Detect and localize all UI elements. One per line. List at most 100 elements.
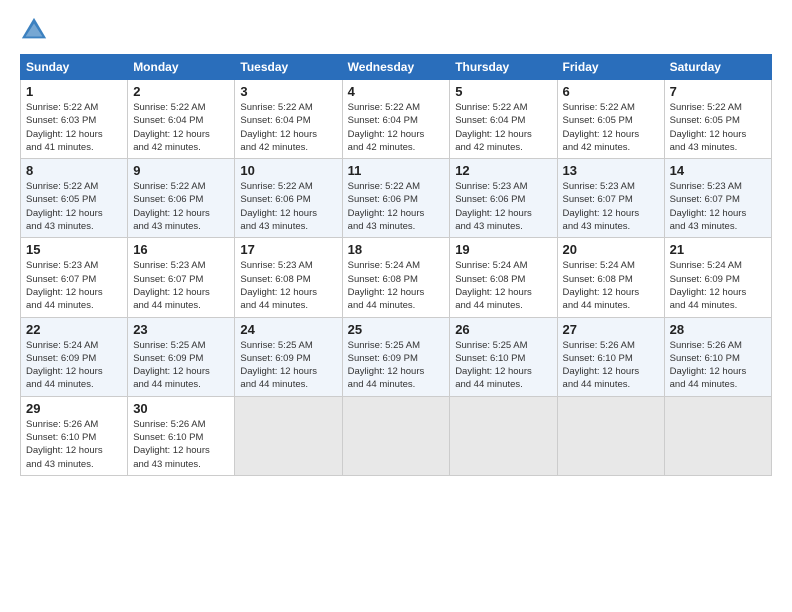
day-number: 12	[455, 163, 551, 178]
calendar-week-row: 29 Sunrise: 5:26 AM Sunset: 6:10 PM Dayli…	[21, 396, 772, 475]
calendar-cell	[235, 396, 342, 475]
logo-icon	[20, 16, 48, 44]
day-info: Sunrise: 5:26 AM Sunset: 6:10 PM Dayligh…	[26, 418, 122, 471]
calendar-cell: 21 Sunrise: 5:24 AM Sunset: 6:09 PM Dayli…	[664, 238, 771, 317]
day-info: Sunrise: 5:24 AM Sunset: 6:08 PM Dayligh…	[348, 259, 445, 312]
day-info: Sunrise: 5:22 AM Sunset: 6:05 PM Dayligh…	[670, 101, 766, 154]
calendar-week-row: 15 Sunrise: 5:23 AM Sunset: 6:07 PM Dayli…	[21, 238, 772, 317]
calendar-cell: 9 Sunrise: 5:22 AM Sunset: 6:06 PM Daylig…	[128, 159, 235, 238]
calendar-cell: 27Sunrise: 5:26 AM Sunset: 6:10 PM Dayli…	[557, 317, 664, 396]
day-number: 1	[26, 84, 122, 99]
day-info: Sunrise: 5:25 AM Sunset: 6:10 PM Dayligh…	[455, 339, 551, 392]
calendar-week-row: 22 Sunrise: 5:24 AM Sunset: 6:09 PM Dayli…	[21, 317, 772, 396]
calendar-cell: 6Sunrise: 5:22 AM Sunset: 6:05 PM Daylig…	[557, 80, 664, 159]
calendar-week-row: 1 Sunrise: 5:22 AM Sunset: 6:03 PM Daylig…	[21, 80, 772, 159]
day-info: Sunrise: 5:25 AM Sunset: 6:09 PM Dayligh…	[240, 339, 336, 392]
day-info: Sunrise: 5:24 AM Sunset: 6:09 PM Dayligh…	[26, 339, 122, 392]
weekday-header: Saturday	[664, 55, 771, 80]
day-number: 20	[563, 242, 659, 257]
day-number: 15	[26, 242, 122, 257]
day-number: 29	[26, 401, 122, 416]
day-number: 9	[133, 163, 229, 178]
calendar-cell: 13 Sunrise: 5:23 AM Sunset: 6:07 PM Dayli…	[557, 159, 664, 238]
calendar-cell: 23 Sunrise: 5:25 AM Sunset: 6:09 PM Dayli…	[128, 317, 235, 396]
calendar-cell: 5Sunrise: 5:22 AM Sunset: 6:04 PM Daylig…	[450, 80, 557, 159]
calendar-page: SundayMondayTuesdayWednesdayThursdayFrid…	[0, 0, 792, 612]
calendar-cell: 14 Sunrise: 5:23 AM Sunset: 6:07 PM Dayli…	[664, 159, 771, 238]
day-number: 7	[670, 84, 766, 99]
calendar-cell: 16 Sunrise: 5:23 AM Sunset: 6:07 PM Dayli…	[128, 238, 235, 317]
calendar-cell	[450, 396, 557, 475]
day-number: 21	[670, 242, 766, 257]
day-info: Sunrise: 5:23 AM Sunset: 6:07 PM Dayligh…	[670, 180, 766, 233]
calendar-cell: 7 Sunrise: 5:22 AM Sunset: 6:05 PM Daylig…	[664, 80, 771, 159]
calendar-cell: 3 Sunrise: 5:22 AM Sunset: 6:04 PM Daylig…	[235, 80, 342, 159]
calendar-week-row: 8Sunrise: 5:22 AM Sunset: 6:05 PM Daylig…	[21, 159, 772, 238]
calendar-cell	[664, 396, 771, 475]
weekday-header: Thursday	[450, 55, 557, 80]
calendar-cell: 24 Sunrise: 5:25 AM Sunset: 6:09 PM Dayli…	[235, 317, 342, 396]
day-number: 13	[563, 163, 659, 178]
day-info: Sunrise: 5:22 AM Sunset: 6:03 PM Dayligh…	[26, 101, 122, 154]
day-number: 17	[240, 242, 336, 257]
calendar-cell: 26 Sunrise: 5:25 AM Sunset: 6:10 PM Dayli…	[450, 317, 557, 396]
day-number: 6	[563, 84, 659, 99]
day-number: 30	[133, 401, 229, 416]
day-info: Sunrise: 5:26 AM Sunset: 6:10 PM Dayligh…	[133, 418, 229, 471]
calendar-cell: 15 Sunrise: 5:23 AM Sunset: 6:07 PM Dayli…	[21, 238, 128, 317]
day-info: Sunrise: 5:22 AM Sunset: 6:04 PM Dayligh…	[240, 101, 336, 154]
day-number: 18	[348, 242, 445, 257]
page-header	[20, 16, 772, 44]
calendar-cell: 11Sunrise: 5:22 AM Sunset: 6:06 PM Dayli…	[342, 159, 450, 238]
calendar-cell: 29 Sunrise: 5:26 AM Sunset: 6:10 PM Dayli…	[21, 396, 128, 475]
calendar-cell: 18 Sunrise: 5:24 AM Sunset: 6:08 PM Dayli…	[342, 238, 450, 317]
calendar-cell	[342, 396, 450, 475]
day-number: 24	[240, 322, 336, 337]
day-info: Sunrise: 5:24 AM Sunset: 6:09 PM Dayligh…	[670, 259, 766, 312]
weekday-header: Wednesday	[342, 55, 450, 80]
day-info: Sunrise: 5:23 AM Sunset: 6:08 PM Dayligh…	[240, 259, 336, 312]
day-info: Sunrise: 5:23 AM Sunset: 6:06 PM Dayligh…	[455, 180, 551, 233]
day-number: 25	[348, 322, 445, 337]
day-info: Sunrise: 5:26 AM Sunset: 6:10 PM Dayligh…	[563, 339, 659, 392]
day-info: Sunrise: 5:26 AM Sunset: 6:10 PM Dayligh…	[670, 339, 766, 392]
day-number: 28	[670, 322, 766, 337]
day-info: Sunrise: 5:23 AM Sunset: 6:07 PM Dayligh…	[26, 259, 122, 312]
day-info: Sunrise: 5:22 AM Sunset: 6:05 PM Dayligh…	[26, 180, 122, 233]
weekday-header: Monday	[128, 55, 235, 80]
day-info: Sunrise: 5:23 AM Sunset: 6:07 PM Dayligh…	[563, 180, 659, 233]
day-info: Sunrise: 5:25 AM Sunset: 6:09 PM Dayligh…	[133, 339, 229, 392]
day-number: 11	[348, 163, 445, 178]
day-info: Sunrise: 5:22 AM Sunset: 6:04 PM Dayligh…	[455, 101, 551, 154]
calendar-cell: 20 Sunrise: 5:24 AM Sunset: 6:08 PM Dayli…	[557, 238, 664, 317]
day-number: 3	[240, 84, 336, 99]
day-info: Sunrise: 5:25 AM Sunset: 6:09 PM Dayligh…	[348, 339, 445, 392]
calendar-cell: 1 Sunrise: 5:22 AM Sunset: 6:03 PM Daylig…	[21, 80, 128, 159]
calendar-cell: 17 Sunrise: 5:23 AM Sunset: 6:08 PM Dayli…	[235, 238, 342, 317]
day-info: Sunrise: 5:23 AM Sunset: 6:07 PM Dayligh…	[133, 259, 229, 312]
calendar-cell: 22 Sunrise: 5:24 AM Sunset: 6:09 PM Dayli…	[21, 317, 128, 396]
day-number: 26	[455, 322, 551, 337]
calendar-cell: 12 Sunrise: 5:23 AM Sunset: 6:06 PM Dayli…	[450, 159, 557, 238]
day-number: 19	[455, 242, 551, 257]
calendar-cell: 25 Sunrise: 5:25 AM Sunset: 6:09 PM Dayli…	[342, 317, 450, 396]
weekday-header: Sunday	[21, 55, 128, 80]
logo	[20, 16, 52, 44]
calendar-cell: 19Sunrise: 5:24 AM Sunset: 6:08 PM Dayli…	[450, 238, 557, 317]
calendar-cell: 28 Sunrise: 5:26 AM Sunset: 6:10 PM Dayli…	[664, 317, 771, 396]
calendar-cell: 10Sunrise: 5:22 AM Sunset: 6:06 PM Dayli…	[235, 159, 342, 238]
day-info: Sunrise: 5:22 AM Sunset: 6:06 PM Dayligh…	[240, 180, 336, 233]
calendar-cell: 30 Sunrise: 5:26 AM Sunset: 6:10 PM Dayli…	[128, 396, 235, 475]
calendar-header-row: SundayMondayTuesdayWednesdayThursdayFrid…	[21, 55, 772, 80]
weekday-header: Friday	[557, 55, 664, 80]
day-number: 23	[133, 322, 229, 337]
day-number: 4	[348, 84, 445, 99]
day-number: 14	[670, 163, 766, 178]
day-number: 22	[26, 322, 122, 337]
calendar-cell: 2Sunrise: 5:22 AM Sunset: 6:04 PM Daylig…	[128, 80, 235, 159]
day-info: Sunrise: 5:22 AM Sunset: 6:04 PM Dayligh…	[133, 101, 229, 154]
day-number: 16	[133, 242, 229, 257]
day-info: Sunrise: 5:22 AM Sunset: 6:06 PM Dayligh…	[133, 180, 229, 233]
day-info: Sunrise: 5:24 AM Sunset: 6:08 PM Dayligh…	[563, 259, 659, 312]
weekday-header: Tuesday	[235, 55, 342, 80]
